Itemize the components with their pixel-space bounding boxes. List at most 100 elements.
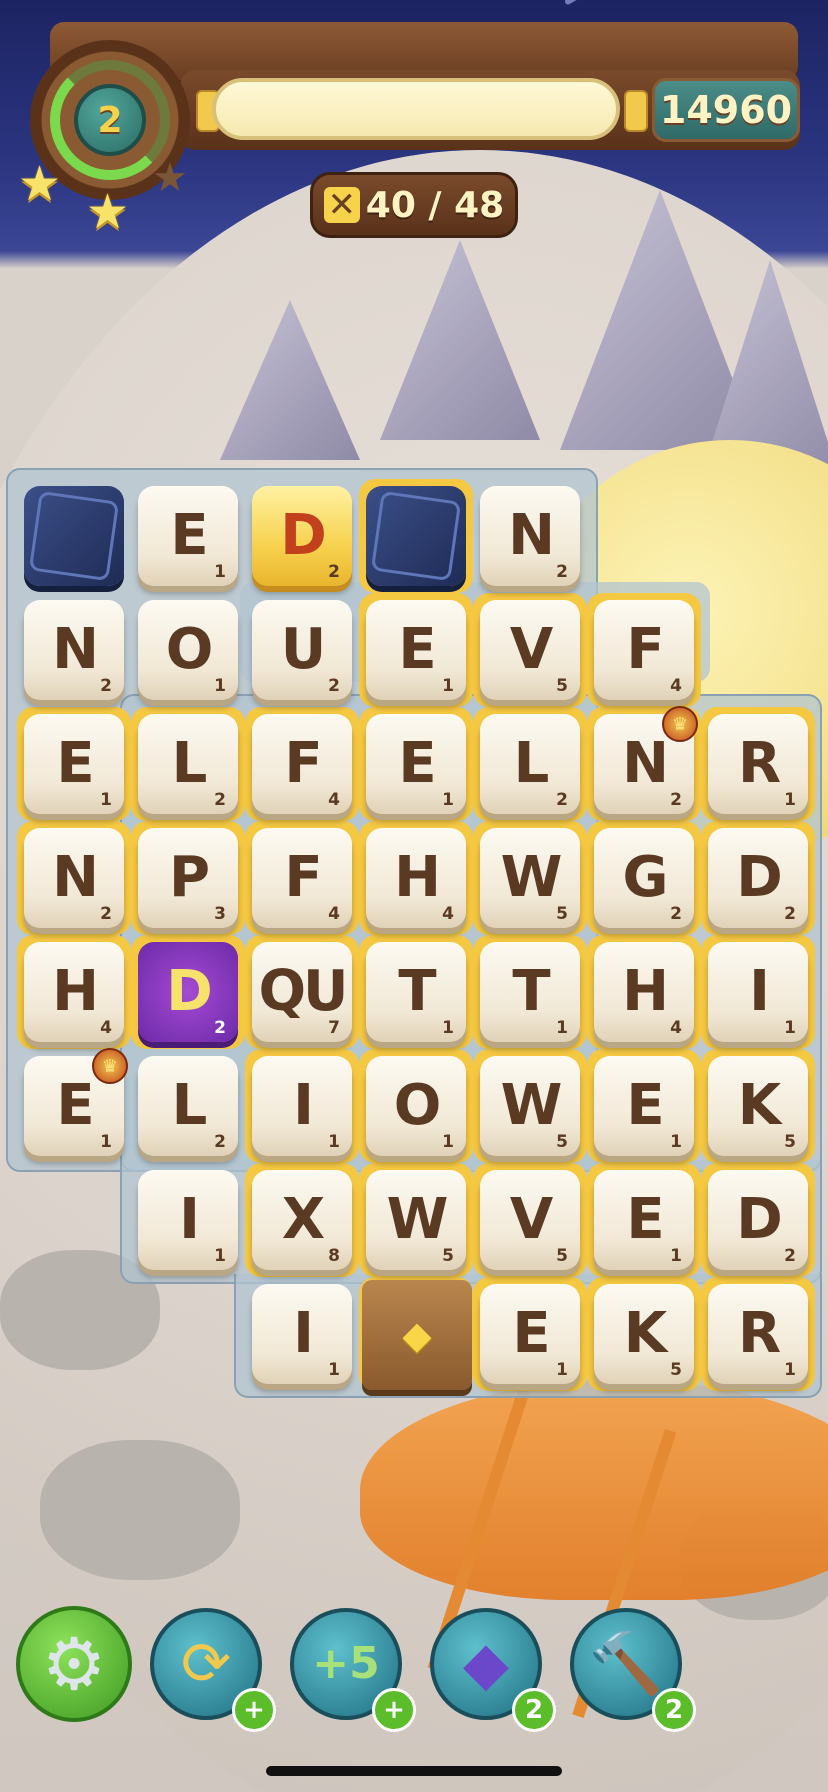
letter-tile[interactable]: P3: [138, 828, 238, 928]
progress-bar: [212, 78, 620, 140]
home-indicator: [266, 1766, 562, 1776]
tile-points: 2: [214, 790, 226, 810]
letter-tile[interactable]: D2: [708, 1170, 808, 1270]
letter-tile[interactable]: D2: [138, 942, 238, 1042]
tile-letter: N: [52, 845, 99, 910]
letter-tile[interactable]: L2: [138, 714, 238, 814]
tile-points: 4: [328, 904, 340, 924]
letter-tile[interactable]: G2: [594, 828, 694, 928]
tile-letter: I: [293, 1301, 314, 1366]
letter-tile[interactable]: N2: [480, 486, 580, 586]
tile-letter: N: [622, 731, 669, 796]
dice-icon: ◆: [462, 1629, 510, 1699]
shuffle-booster-button[interactable]: ⟳ +: [150, 1608, 276, 1732]
tile-points: 5: [556, 1132, 568, 1152]
tile-points: 1: [784, 790, 796, 810]
add-badge: +: [372, 1688, 416, 1732]
tile-points: 1: [214, 562, 226, 582]
add-badge: +: [232, 1688, 276, 1732]
tile-points: 2: [100, 904, 112, 924]
tile-letter: R: [737, 731, 781, 796]
letter-tile[interactable]: I1: [252, 1056, 352, 1156]
letter-tile[interactable]: N2: [24, 828, 124, 928]
letter-tile[interactable]: T1: [480, 942, 580, 1042]
tile-points: 5: [556, 1246, 568, 1266]
plus-five-icon: +5: [312, 1638, 380, 1689]
letter-tile[interactable]: H4: [366, 828, 466, 928]
tile-letter: T: [398, 959, 436, 1024]
letter-tile[interactable]: O1: [366, 1056, 466, 1156]
letter-tile[interactable]: I1: [252, 1284, 352, 1384]
count-badge: 2: [512, 1688, 556, 1732]
dice-booster-button[interactable]: ◆ 2: [430, 1608, 556, 1732]
count-badge: 2: [652, 1688, 696, 1732]
tile-points: 2: [328, 562, 340, 582]
letter-tile[interactable]: D2: [708, 828, 808, 928]
letter-tile[interactable]: F4: [252, 714, 352, 814]
letter-tile[interactable]: E1: [594, 1056, 694, 1156]
plus-five-booster-button[interactable]: +5 +: [290, 1608, 416, 1732]
letter-tile[interactable]: L2: [138, 1056, 238, 1156]
tile-points: 4: [670, 1018, 682, 1038]
letter-tile[interactable]: W5: [480, 828, 580, 928]
tile-points: 2: [784, 1246, 796, 1266]
letter-tile[interactable]: T1: [366, 942, 466, 1042]
settings-button[interactable]: ⚙: [16, 1606, 132, 1722]
tile-letter: K: [737, 1073, 781, 1138]
tile-letter: D: [736, 1187, 783, 1252]
letter-tile[interactable]: D2: [252, 486, 352, 586]
letter-tile[interactable]: I1: [138, 1170, 238, 1270]
letter-tile[interactable]: I1: [708, 942, 808, 1042]
letter-tile[interactable]: F4: [594, 600, 694, 700]
tile-letter: D: [736, 845, 783, 910]
letter-tile[interactable]: V5: [480, 1170, 580, 1270]
letter-tile[interactable]: K5: [708, 1056, 808, 1156]
shuffle-icon: ⟳: [180, 1629, 232, 1699]
tile-letter: D: [280, 503, 327, 568]
letter-tile[interactable]: F4: [252, 828, 352, 928]
letter-tile[interactable]: QU 7: [252, 942, 352, 1042]
moves-value: 40 / 48: [365, 184, 505, 226]
tile-points: 2: [784, 904, 796, 924]
tile-letter: E: [512, 1301, 550, 1366]
letter-tile[interactable]: V5: [480, 600, 580, 700]
tile-letter: E: [56, 1073, 94, 1138]
letter-tile[interactable]: E1: [24, 1056, 124, 1156]
tile-points: 2: [328, 676, 340, 696]
letter-tile[interactable]: X8: [252, 1170, 352, 1270]
letter-tile[interactable]: W5: [480, 1056, 580, 1156]
letter-tile[interactable]: E1: [480, 1284, 580, 1384]
rock-crack: [370, 490, 462, 582]
tile-letter: T: [512, 959, 550, 1024]
letter-tile[interactable]: E1: [138, 486, 238, 586]
letter-tile[interactable]: W5: [366, 1170, 466, 1270]
tile-points: 1: [784, 1018, 796, 1038]
tile-points: 1: [556, 1360, 568, 1380]
star-icon: ★: [18, 156, 62, 212]
tile-letter: F: [284, 731, 322, 796]
letter-tile[interactable]: K5: [594, 1284, 694, 1384]
tile-letter: F: [626, 617, 664, 682]
hammer-booster-button[interactable]: 🔨 2: [570, 1608, 696, 1732]
letter-tile[interactable]: E1: [366, 600, 466, 700]
letter-tile[interactable]: U2: [252, 600, 352, 700]
letter-tile[interactable]: E1: [594, 1170, 694, 1270]
tile-points: 8: [328, 1246, 340, 1266]
letter-tile[interactable]: R1: [708, 1284, 808, 1384]
letter-tile[interactable]: E1: [366, 714, 466, 814]
letter-tile[interactable]: L2: [480, 714, 580, 814]
tile-points: 5: [784, 1132, 796, 1152]
letter-tile[interactable]: R1: [708, 714, 808, 814]
tile-letter: E: [626, 1073, 664, 1138]
letter-tile[interactable]: N2: [594, 714, 694, 814]
tile-points: 1: [100, 1132, 112, 1152]
letter-tile[interactable]: H4: [594, 942, 694, 1042]
letter-tile[interactable]: N2: [24, 600, 124, 700]
letter-tile[interactable]: H4: [24, 942, 124, 1042]
tile-points: 1: [670, 1246, 682, 1266]
letter-tile[interactable]: E1: [24, 714, 124, 814]
letter-tile[interactable]: O1: [138, 600, 238, 700]
tile-letter: L: [171, 731, 208, 796]
shooting-star: [563, 0, 637, 6]
tile-letter: F: [284, 845, 322, 910]
